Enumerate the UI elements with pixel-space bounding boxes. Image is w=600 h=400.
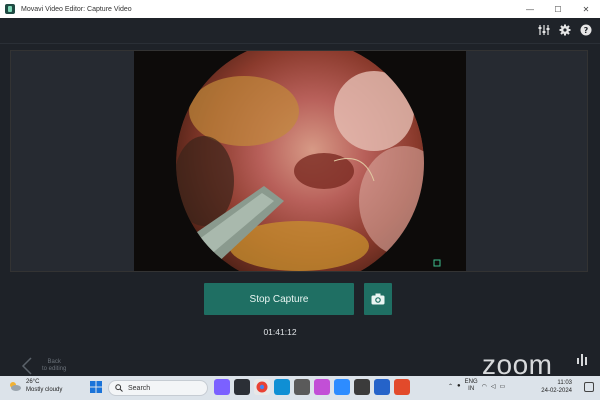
- windows-start-icon[interactable]: [90, 381, 102, 393]
- settings-sliders-icon[interactable]: [536, 21, 552, 39]
- back-label: Back to editing: [42, 359, 67, 372]
- close-button[interactable]: ✕: [572, 0, 600, 18]
- clock-date: 24-02-2024: [541, 388, 572, 394]
- microphone-icon[interactable]: ●: [457, 383, 461, 389]
- snapshot-button[interactable]: [364, 283, 392, 315]
- weather-desc: Mostly cloudy: [26, 387, 63, 393]
- language-indicator[interactable]: ENG IN: [465, 379, 478, 393]
- taskbar-apps: [214, 379, 410, 395]
- window-title: Movavi Video Editor: Capture Video: [21, 5, 132, 13]
- help-icon[interactable]: ?: [578, 21, 594, 39]
- taskbar-clock[interactable]: 11:03 24-02-2024: [541, 379, 572, 395]
- chat-app-icon[interactable]: [214, 379, 230, 395]
- search-label: Search: [128, 384, 151, 392]
- speaker-icon[interactable]: ◁: [491, 383, 496, 390]
- notification-icon[interactable]: [584, 382, 594, 392]
- audio-level-icon: [577, 354, 587, 366]
- window-controls: — ☐ ✕: [516, 0, 600, 18]
- gear-icon[interactable]: [557, 21, 573, 39]
- maximize-button[interactable]: ☐: [544, 0, 572, 18]
- battery-icon[interactable]: ▭: [500, 383, 506, 390]
- movavi-app-icon: [5, 4, 15, 14]
- weather-temp: 26°C: [26, 379, 40, 385]
- weather-widget[interactable]: 26°C Mostly cloudy: [8, 378, 62, 394]
- chevron-up-icon[interactable]: ⌃: [448, 383, 453, 390]
- clock-time: 11:03: [557, 380, 572, 386]
- app-header: ?: [0, 18, 600, 44]
- photos-icon[interactable]: [314, 379, 330, 395]
- video-preview-area: [10, 50, 588, 272]
- search-icon: [115, 384, 123, 392]
- taskbar-search[interactable]: Search: [108, 380, 208, 396]
- chevron-left-icon: [21, 357, 32, 375]
- title-bar: Movavi Video Editor: Capture Video — ☐ ✕: [0, 0, 600, 18]
- system-tray: ⌃ ● ENG IN ◠ ◁ ▭: [448, 379, 505, 393]
- video-preview: [134, 51, 466, 271]
- settings-app-icon[interactable]: [294, 379, 310, 395]
- back-to-editing-button[interactable]: Back to editing: [18, 356, 80, 376]
- camera-icon: [371, 293, 385, 305]
- stop-capture-button[interactable]: Stop Capture: [204, 283, 354, 315]
- media-app-icon[interactable]: [354, 379, 370, 395]
- chrome-icon[interactable]: [254, 379, 270, 395]
- powerpoint-app-icon[interactable]: [394, 379, 410, 395]
- word-app-icon[interactable]: [374, 379, 390, 395]
- windows-taskbar: 26°C Mostly cloudy Search ⌃ ● ENG IN ◠ ◁…: [0, 376, 600, 400]
- edge-icon[interactable]: [274, 379, 290, 395]
- cloud-icon: [10, 382, 21, 391]
- movavi-taskbar-icon[interactable]: [234, 379, 250, 395]
- wifi-icon[interactable]: ◠: [482, 383, 487, 390]
- minimize-button[interactable]: —: [516, 0, 544, 18]
- svg-text:?: ?: [584, 26, 589, 35]
- capture-timer: 01:41:12: [263, 327, 297, 337]
- zoom-app-icon[interactable]: [334, 379, 350, 395]
